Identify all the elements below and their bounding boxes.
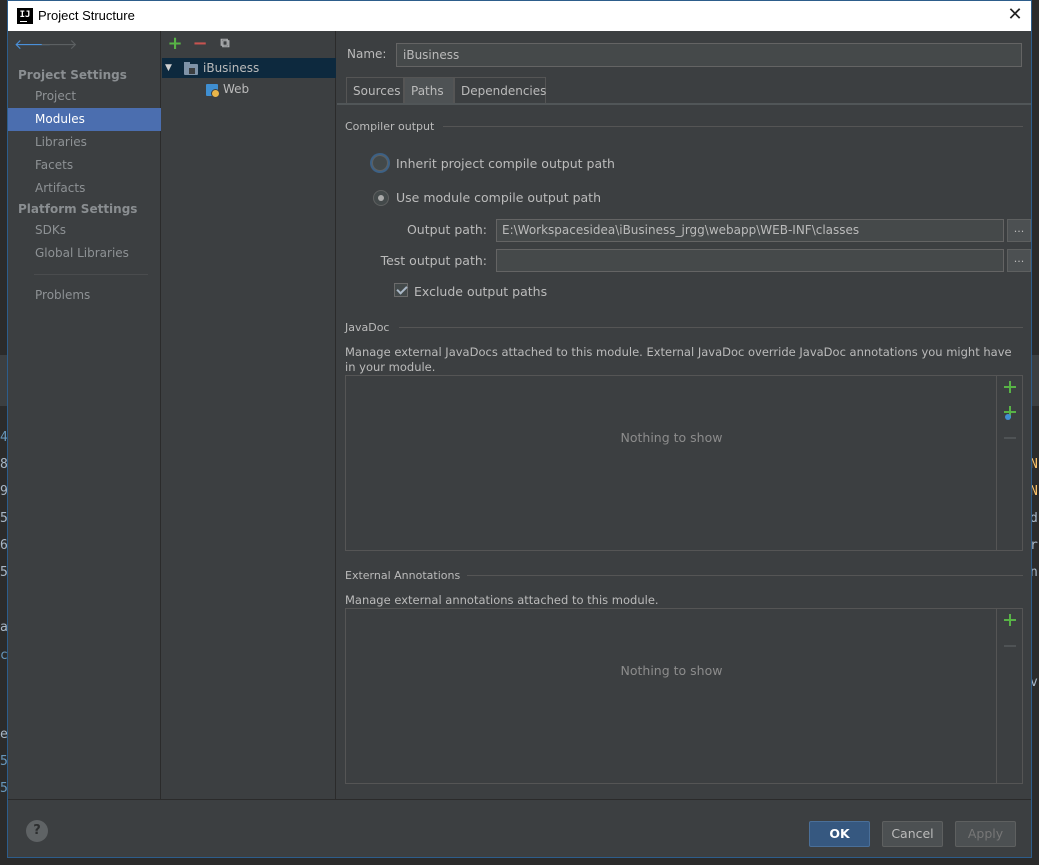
- nav-divider: [34, 274, 148, 275]
- add-annotation-icon[interactable]: [1003, 613, 1017, 627]
- exclude-output-checkbox[interactable]: [394, 283, 408, 297]
- web-facet-icon: [206, 84, 220, 98]
- inherit-output-label: Inherit project compile output path: [396, 156, 615, 171]
- nav-item-artifacts[interactable]: Artifacts: [8, 177, 161, 200]
- close-button[interactable]: ✕: [1005, 5, 1025, 25]
- tab-underline: [337, 103, 1031, 105]
- inherit-output-radio[interactable]: [372, 155, 388, 171]
- project-structure-dialog: IJ Project Structure ✕ 🡐 🡒 Project Setti…: [7, 0, 1032, 858]
- remove-javadoc-icon[interactable]: [1004, 437, 1016, 439]
- expand-caret-icon[interactable]: ▼: [165, 58, 172, 78]
- nav-item-project[interactable]: Project: [8, 85, 161, 108]
- nav-header-platform-settings: Platform Settings: [18, 202, 138, 216]
- test-output-path-label: Test output path:: [380, 253, 487, 268]
- javadoc-list-toolbar: [996, 376, 1022, 550]
- settings-nav: 🡐 🡒 Project Settings Project Modules Lib…: [8, 31, 161, 799]
- output-path-browse-button[interactable]: ...: [1007, 219, 1031, 242]
- javadoc-empty-text: Nothing to show: [620, 430, 723, 445]
- tab-paths[interactable]: Paths: [404, 77, 454, 103]
- annotations-title: External Annotations: [345, 569, 461, 582]
- javadoc-title: JavaDoc: [345, 321, 390, 334]
- section-divider: [399, 327, 1023, 328]
- output-path-label: Output path:: [406, 222, 487, 237]
- annotations-list[interactable]: Nothing to show: [345, 608, 1023, 784]
- module-tree: + − ⧉ ▼ iBusiness Web: [162, 31, 336, 799]
- add-javadoc-icon[interactable]: [1003, 380, 1017, 394]
- forward-arrow-icon[interactable]: 🡒: [40, 37, 78, 53]
- output-path-field[interactable]: E:\Workspacesidea\iBusiness_jrgg\webapp\…: [496, 219, 1004, 242]
- use-module-output-radio[interactable]: [373, 190, 389, 206]
- remove-module-button[interactable]: −: [191, 35, 209, 53]
- dialog-title: Project Structure: [38, 8, 135, 23]
- test-output-path-browse-button[interactable]: ...: [1007, 249, 1031, 272]
- section-divider: [443, 126, 1023, 127]
- module-folder-icon: [184, 62, 198, 75]
- ok-button[interactable]: OK: [809, 821, 870, 847]
- javadoc-description: Manage external JavaDocs attached to thi…: [345, 345, 1012, 374]
- javadoc-list[interactable]: Nothing to show: [345, 375, 1023, 551]
- annotations-description: Manage external annotations attached to …: [345, 593, 659, 607]
- compiler-output-title: Compiler output: [345, 120, 435, 133]
- annotations-empty-text: Nothing to show: [620, 663, 723, 678]
- name-label: Name:: [347, 47, 387, 61]
- tree-node-module[interactable]: ▼ iBusiness: [162, 58, 336, 78]
- apply-button[interactable]: Apply: [955, 821, 1016, 847]
- tab-sources[interactable]: Sources: [346, 77, 404, 103]
- nav-header-project-settings: Project Settings: [18, 68, 127, 82]
- nav-item-modules[interactable]: Modules: [8, 108, 161, 131]
- nav-item-facets[interactable]: Facets: [8, 154, 161, 177]
- title-bar: IJ Project Structure ✕: [8, 1, 1031, 31]
- annotations-list-toolbar: [996, 609, 1022, 783]
- nav-item-global-libraries[interactable]: Global Libraries: [8, 242, 161, 265]
- tab-dependencies[interactable]: Dependencies: [454, 77, 546, 103]
- back-arrow-icon[interactable]: 🡐: [14, 37, 52, 53]
- tree-node-web-label: Web: [223, 82, 250, 96]
- remove-annotation-icon[interactable]: [1004, 645, 1016, 647]
- intellij-logo-icon: IJ: [17, 8, 33, 24]
- tree-node-web-facet[interactable]: Web: [162, 79, 336, 99]
- nav-item-sdks[interactable]: SDKs: [8, 219, 161, 242]
- nav-item-problems[interactable]: Problems: [8, 284, 161, 307]
- exclude-output-label: Exclude output paths: [414, 284, 548, 299]
- test-output-path-field[interactable]: [496, 249, 1004, 272]
- web-badge-icon: [1005, 414, 1011, 420]
- module-name-field[interactable]: iBusiness: [396, 43, 1022, 67]
- copy-module-icon[interactable]: ⧉: [216, 35, 234, 53]
- module-settings-panel: Name: iBusiness Sources Paths Dependenci…: [337, 31, 1031, 799]
- cancel-button[interactable]: Cancel: [882, 821, 943, 847]
- dialog-button-bar: ? OK Cancel Apply: [8, 799, 1031, 857]
- help-button[interactable]: ?: [26, 820, 48, 842]
- tree-node-module-label: iBusiness: [203, 61, 260, 75]
- nav-item-libraries[interactable]: Libraries: [8, 131, 161, 154]
- use-module-output-label: Use module compile output path: [396, 190, 602, 205]
- add-module-button[interactable]: +: [166, 35, 184, 53]
- section-divider: [467, 575, 1023, 576]
